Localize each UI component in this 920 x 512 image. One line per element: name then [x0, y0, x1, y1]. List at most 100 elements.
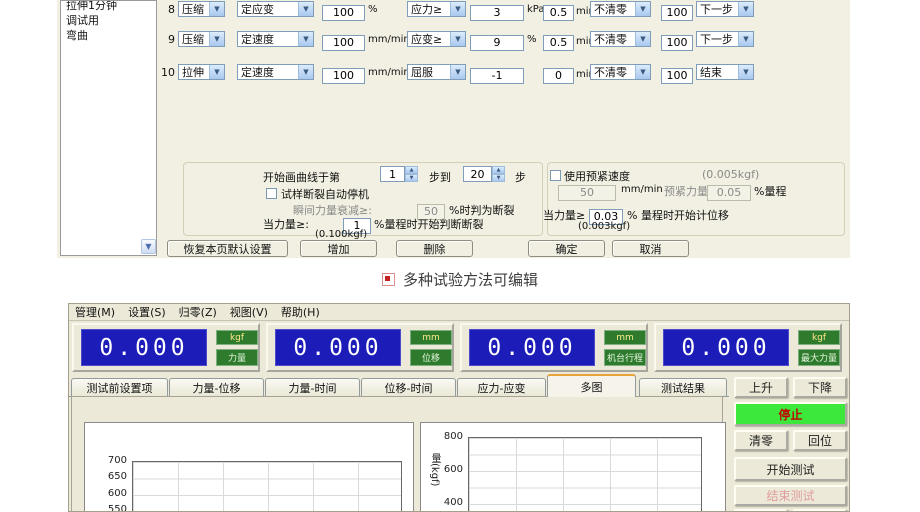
step10-pct-input[interactable] [661, 68, 693, 84]
step9-cond-value-input[interactable] [470, 35, 524, 51]
menu-view[interactable]: 视图(V) [230, 304, 268, 320]
caption-text: 多种试验方法可编辑 [403, 269, 538, 290]
step10-control-select[interactable]: 定速度▼ [237, 64, 314, 80]
list-item[interactable]: 拉伸1分钟 [61, 0, 156, 13]
chevron-down-icon: ▼ [209, 32, 224, 46]
force-display-panel: 0.000 kgf 力量 [72, 323, 260, 372]
unit-label: mm/min [368, 34, 410, 45]
max-force-name-tag: 最大力量 [798, 349, 840, 366]
stop-button[interactable]: 停止 [734, 402, 847, 426]
step8-cond-value-input[interactable] [470, 5, 524, 21]
chevron-down-icon: ▼ [450, 2, 465, 16]
auto-stop-checkbox[interactable] [266, 188, 277, 199]
add-button[interactable]: 增加 [300, 240, 377, 257]
menu-help[interactable]: 帮助(H) [281, 304, 320, 320]
chevron-down-icon: ▼ [298, 65, 313, 79]
y-tick: 600 [437, 464, 463, 475]
step8-next-select[interactable]: 下一步▼ [696, 1, 754, 17]
y-tick: 700 [101, 455, 127, 466]
spinner-up-icon[interactable]: ▲ [492, 166, 505, 174]
step9-control-select[interactable]: 定速度▼ [237, 31, 314, 47]
step10-value-input[interactable] [322, 68, 365, 84]
step9-pct-input[interactable] [661, 35, 693, 51]
force-note-label: (0.100kgf) [315, 229, 367, 240]
curve-to-input[interactable] [463, 166, 492, 182]
menu-zero[interactable]: 归零(Z) [179, 304, 217, 320]
step10-time-input[interactable] [543, 68, 574, 84]
return-home-button[interactable]: 回位 [793, 430, 847, 451]
scroll-down-button[interactable]: ▼ [141, 239, 156, 254]
start-test-button[interactable]: 开始测试 [734, 457, 847, 481]
spinner-arrows[interactable]: ▲▼ [492, 166, 505, 182]
y-tick: 650 [101, 471, 127, 482]
step8-control-select[interactable]: 定应变▼ [237, 1, 314, 17]
menu-manage[interactable]: 管理(M) [75, 304, 115, 320]
unit-label: % [368, 4, 378, 15]
y-tick: 600 [101, 488, 127, 499]
step8-pct-input[interactable] [661, 5, 693, 21]
step9-cond-select[interactable]: 应变≥▼ [407, 31, 466, 47]
stroke-lcd: 0.000 [469, 329, 595, 366]
disp-note-label: (0.003kgf) [578, 221, 630, 232]
down-button[interactable]: 下降 [793, 377, 847, 398]
tab-pretest-settings[interactable]: 测试前设置项 [71, 378, 168, 397]
restore-defaults-button[interactable]: 恢复本页默认设置 [167, 240, 288, 257]
disp-suffix-label: % 量程时开始计位移 [627, 207, 729, 223]
step10-mode-select[interactable]: 拉伸 ▼ [178, 64, 225, 80]
spinner-down-icon[interactable]: ▼ [405, 174, 418, 182]
select-value: 拉伸 [179, 64, 204, 80]
tab-force-displacement[interactable]: 力量-位移 [169, 378, 264, 397]
cancel-button[interactable]: 取消 [612, 240, 689, 257]
select-value: 定速度 [238, 31, 274, 47]
spinner-down-icon[interactable]: ▼ [492, 174, 505, 182]
step9-mode-select[interactable]: 压缩▼ [178, 31, 225, 47]
curve-from-input[interactable] [380, 166, 405, 182]
spinner-arrows[interactable]: ▲▼ [405, 166, 418, 182]
tab-test-results[interactable]: 测试结果 [639, 378, 727, 397]
step8-clear-select[interactable]: 不清零▼ [590, 1, 651, 17]
chevron-down-icon: ▼ [209, 2, 224, 16]
curve-to-spinner[interactable]: ▲▼ [463, 166, 505, 182]
ok-button[interactable]: 确定 [528, 240, 605, 257]
step9-value-input[interactable] [322, 35, 365, 51]
step8-value-input[interactable] [322, 5, 365, 21]
list-item[interactable]: 调试用 [61, 13, 156, 28]
max-force-lcd: 0.000 [663, 329, 789, 366]
list-item[interactable]: 弯曲 [61, 28, 156, 43]
caption: 多种试验方法可编辑 [0, 268, 920, 290]
chevron-down-icon: ▼ [209, 65, 224, 79]
select-value: 应力≥ [408, 1, 442, 17]
curve-prefix-label: 开始画曲线于第 [263, 169, 340, 185]
left-chart-plot [132, 461, 402, 512]
step-number: 10 [157, 66, 175, 79]
step9-next-select[interactable]: 下一步▼ [696, 31, 754, 47]
tab-displacement-time[interactable]: 位移-时间 [361, 378, 456, 397]
step10-cond-value-input[interactable] [470, 68, 524, 84]
use-preload-speed-checkbox[interactable] [550, 170, 561, 181]
step9-time-input[interactable] [543, 35, 574, 51]
tab-multi-chart[interactable]: 多图 [547, 374, 636, 397]
menu-settings[interactable]: 设置(S) [128, 304, 166, 320]
tab-force-time[interactable]: 力量-时间 [265, 378, 360, 397]
delete-button[interactable]: 删除 [396, 240, 473, 257]
curve-from-spinner[interactable]: ▲▼ [380, 166, 418, 182]
clear-zero-button[interactable]: 清零 [734, 430, 788, 451]
preload-force-label: 预紧力量 [664, 183, 708, 199]
displacement-lcd: 0.000 [275, 329, 401, 366]
step10-next-select[interactable]: 结束▼ [696, 64, 754, 80]
method-listbox[interactable]: 拉伸1分钟 调试用 弯曲 [60, 0, 157, 256]
step10-clear-select[interactable]: 不清零▼ [590, 64, 651, 80]
step8-mode-select[interactable]: 压缩▼ [178, 1, 225, 17]
step8-time-input[interactable] [543, 5, 574, 21]
step8-cond-select[interactable]: 应力≥ ▼ [407, 1, 466, 17]
preload-speed-unit-label: mm/min [621, 184, 663, 195]
preload-force-input [707, 185, 751, 201]
y-tick: 800 [437, 431, 463, 442]
step9-clear-select[interactable]: 不清零▼ [590, 31, 651, 47]
displacement-display-panel: 0.000 mm 位移 [266, 323, 454, 372]
up-button[interactable]: 上升 [734, 377, 788, 398]
spinner-up-icon[interactable]: ▲ [405, 166, 418, 174]
step10-cond-select[interactable]: 屈服▼ [407, 64, 466, 80]
tab-stress-strain[interactable]: 应力-应变 [457, 378, 546, 397]
unit-label: kPa [527, 4, 545, 15]
